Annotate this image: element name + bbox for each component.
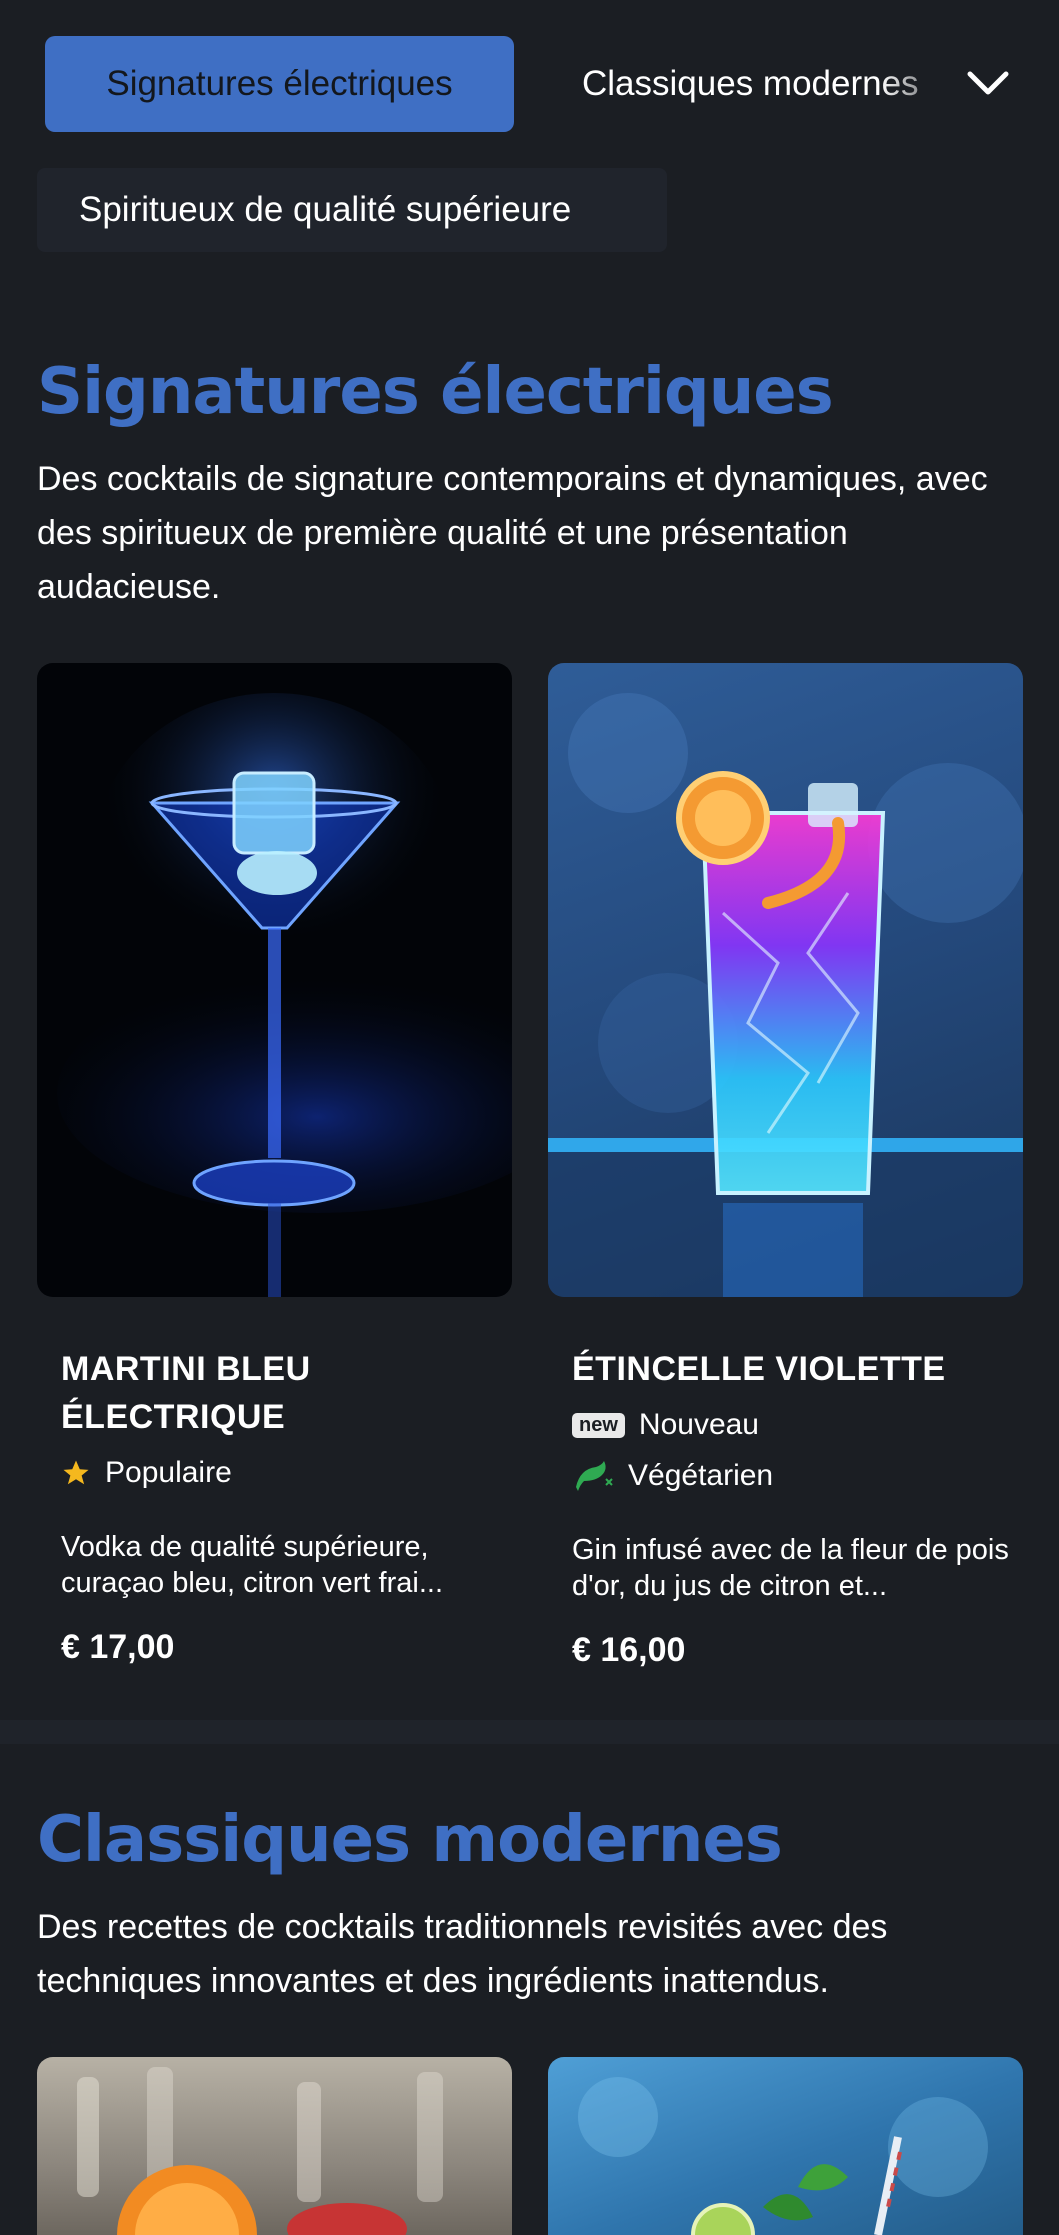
nav-fade-overlay [880, 36, 960, 132]
category-nav: Signatures électriques Classiques modern… [0, 0, 1059, 168]
section-description: Des cocktails de signature contemporains… [37, 460, 988, 606]
chevron-down-icon[interactable] [960, 56, 1016, 112]
section-title: Signatures électriques [37, 355, 834, 429]
tag-populaire: Populaire [61, 1456, 232, 1490]
item-price: € 16,00 [572, 1631, 686, 1669]
item-name: MARTINI BLEU [61, 1350, 311, 1388]
menu-item-card[interactable] [548, 2057, 1023, 2235]
menu-item-card[interactable]: ÉTINCELLE VIOLETTE new Nouveau Végétarie… [548, 663, 1023, 1693]
menu-item-card[interactable] [37, 2057, 512, 2235]
star-icon [61, 1458, 91, 1488]
cocktail-image [548, 663, 1023, 1297]
tab-signatures-electriques[interactable]: Signatures électriques [45, 36, 514, 132]
item-price: € 17,00 [61, 1628, 175, 1666]
item-name-line2: ÉLECTRIQUE [61, 1398, 286, 1436]
section-divider [0, 1720, 1059, 1744]
section-description: Des recettes de cocktails traditionnels … [37, 1908, 888, 2000]
item-description: Gin infusé avec de la fleur de pois d'or… [572, 1534, 1009, 1602]
tag-label: Populaire [105, 1456, 232, 1489]
section-title: Classiques modernes [37, 1803, 783, 1877]
vegetarian-icon [572, 1459, 614, 1493]
tab-spiritueux[interactable]: Spiritueux de qualité supérieure [37, 168, 667, 252]
cocktail-image [37, 2057, 512, 2235]
menu-item-card[interactable]: MARTINI BLEU ÉLECTRIQUE Populaire Vodka … [37, 663, 512, 1693]
cocktail-image [37, 663, 512, 1297]
tag-label: Nouveau [638, 1408, 759, 1441]
new-badge: new [572, 1412, 625, 1438]
tag-label: Végétarien [628, 1459, 774, 1492]
tag-vegetarien: Végétarien [572, 1459, 773, 1493]
tag-nouveau: new Nouveau [572, 1408, 759, 1442]
item-description: Vodka de qualité supérieure, curaçao ble… [61, 1531, 443, 1599]
cocktail-image [548, 2057, 1023, 2235]
item-name: ÉTINCELLE VIOLETTE [572, 1350, 946, 1388]
